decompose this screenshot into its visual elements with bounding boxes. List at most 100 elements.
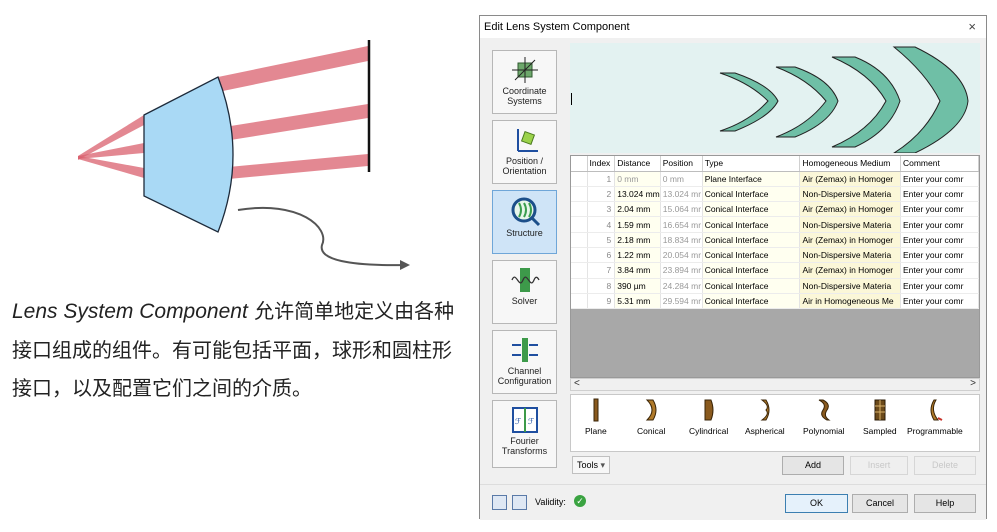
table-cell[interactable]: Non-Dispersive Materia xyxy=(799,278,901,294)
table-cell[interactable]: Air (Zemax) in Homoger xyxy=(799,171,901,187)
table-cell[interactable]: 390 µm xyxy=(614,278,661,294)
cancel-button[interactable]: Cancel xyxy=(852,494,908,513)
column-header[interactable]: Comment xyxy=(900,156,979,172)
table-cell[interactable]: 3 xyxy=(587,201,616,218)
table-cell[interactable]: 29.594 mr xyxy=(660,293,703,310)
row-header[interactable] xyxy=(571,278,588,294)
table-cell[interactable]: Non-Dispersive Materia xyxy=(799,247,901,264)
save-icon[interactable] xyxy=(492,495,507,510)
table-cell[interactable]: Enter your comr xyxy=(900,262,979,279)
table-cell[interactable]: 15.064 mr xyxy=(660,201,703,218)
row-header[interactable] xyxy=(571,247,588,264)
table-cell[interactable]: Air (Zemax) in Homoger xyxy=(799,232,901,248)
table-cell[interactable]: 1.22 mm xyxy=(614,247,661,264)
table-cell[interactable]: 5.31 mm xyxy=(614,293,661,310)
table-cell[interactable]: 0 mm xyxy=(614,171,661,187)
scroll-right-icon[interactable]: > xyxy=(970,378,976,389)
sidebar-solver[interactable]: Solver xyxy=(492,260,557,324)
palette-item-programmable[interactable]: Programmable xyxy=(907,398,963,436)
column-header[interactable]: Index xyxy=(587,156,616,172)
interface-table[interactable]: Index Distance Position Type Homogeneous… xyxy=(570,155,980,378)
table-cell[interactable]: 8 xyxy=(587,278,616,294)
table-cell[interactable]: Conical Interface xyxy=(702,186,801,203)
table-cell[interactable]: 0 mm xyxy=(660,171,703,187)
table-cell[interactable]: 1 xyxy=(587,171,616,187)
table-cell[interactable]: Enter your comr xyxy=(900,216,979,233)
palette-item-sampled[interactable]: Sampled xyxy=(863,398,897,436)
table-cell[interactable]: 2.18 mm xyxy=(614,232,661,248)
table-cell[interactable]: 2 xyxy=(587,186,616,203)
table-cell[interactable]: Conical Interface xyxy=(702,293,801,310)
ok-button[interactable]: OK xyxy=(785,494,848,513)
table-row[interactable]: 7 3.84 mm 23.894 mr Conical Interface Air (Z… xyxy=(571,262,979,279)
table-cell[interactable]: 4 xyxy=(587,216,616,233)
insert-button[interactable]: Insert xyxy=(850,456,908,475)
add-button[interactable]: Add xyxy=(782,456,844,475)
column-header[interactable]: Distance xyxy=(614,156,661,172)
table-cell[interactable]: Conical Interface xyxy=(702,216,801,233)
row-header[interactable] xyxy=(571,186,588,203)
palette-item-cylindrical[interactable]: Cylindrical xyxy=(689,398,728,436)
table-cell[interactable]: 5 xyxy=(587,232,616,248)
row-header[interactable] xyxy=(571,293,588,310)
table-cell[interactable]: 9 xyxy=(587,293,616,310)
table-cell[interactable]: Air in Homogeneous Me xyxy=(799,293,901,310)
scroll-left-icon[interactable]: < xyxy=(574,378,580,389)
row-header[interactable] xyxy=(571,171,588,187)
horizontal-scrollbar[interactable]: < > xyxy=(570,378,980,391)
row-header[interactable] xyxy=(571,262,588,279)
table-cell[interactable]: Air (Zemax) in Homoger xyxy=(799,201,901,218)
column-header[interactable]: Type xyxy=(702,156,801,172)
table-cell[interactable]: Enter your comr xyxy=(900,201,979,218)
column-header[interactable]: Position xyxy=(660,156,703,172)
help-button[interactable]: Help xyxy=(914,494,976,513)
row-header[interactable] xyxy=(571,201,588,218)
delete-button[interactable]: Delete xyxy=(914,456,976,475)
table-cell[interactable]: 24.284 mr xyxy=(660,278,703,294)
table-cell[interactable]: 20.054 mr xyxy=(660,247,703,264)
sidebar-position-orientation[interactable]: Position / Orientation xyxy=(492,120,557,184)
table-cell[interactable]: Conical Interface xyxy=(702,278,801,294)
close-button[interactable]: × xyxy=(968,19,976,34)
table-cell[interactable]: Conical Interface xyxy=(702,232,801,248)
table-cell[interactable]: Plane Interface xyxy=(702,171,801,187)
table-cell[interactable]: 13.024 mm xyxy=(614,186,661,203)
row-header[interactable] xyxy=(571,232,588,248)
palette-item-conical[interactable]: Conical xyxy=(637,398,665,436)
table-cell[interactable]: Enter your comr xyxy=(900,278,979,294)
table-cell[interactable]: 18.834 mr xyxy=(660,232,703,248)
row-header[interactable] xyxy=(571,216,588,233)
tools-dropdown[interactable]: Tools ▾ xyxy=(572,456,611,474)
table-cell[interactable]: 1.59 mm xyxy=(614,216,661,233)
table-cell[interactable]: Conical Interface xyxy=(702,247,801,264)
table-cell[interactable]: Air (Zemax) in Homoger xyxy=(799,262,901,279)
table-row[interactable]: 4 1.59 mm 16.654 mr Conical Interface Non-Di… xyxy=(571,216,979,233)
table-cell[interactable]: Non-Dispersive Materia xyxy=(799,186,901,203)
palette-item-plane[interactable]: Plane xyxy=(585,398,607,436)
table-cell[interactable]: Non-Dispersive Materia xyxy=(799,216,901,233)
table-cell[interactable]: 7 xyxy=(587,262,616,279)
table-cell[interactable]: 6 xyxy=(587,247,616,264)
table-row[interactable]: 3 2.04 mm 15.064 mr Conical Interface Air (Z… xyxy=(571,201,979,218)
table-cell[interactable]: Enter your comr xyxy=(900,247,979,264)
table-row[interactable]: 8 390 µm 24.284 mr Conical Interface Non-Dis… xyxy=(571,278,979,294)
table-row[interactable]: 5 2.18 mm 18.834 mr Conical Interface Air (Z… xyxy=(571,232,979,248)
sidebar-channel-configuration[interactable]: Channel Configuration xyxy=(492,330,557,394)
table-cell[interactable]: 13.024 mr xyxy=(660,186,703,203)
table-cell[interactable]: 3.84 mm xyxy=(614,262,661,279)
palette-item-aspherical[interactable]: Aspherical xyxy=(745,398,785,436)
sidebar-coordinate-systems[interactable]: Coordinate Systems xyxy=(492,50,557,114)
table-cell[interactable]: Conical Interface xyxy=(702,262,801,279)
table-row[interactable]: 2 13.024 mm 13.024 mr Conical Interface Non-… xyxy=(571,186,979,203)
table-cell[interactable]: Enter your comr xyxy=(900,186,979,203)
table-cell[interactable]: 2.04 mm xyxy=(614,201,661,218)
table-row[interactable]: 6 1.22 mm 20.054 mr Conical Interface Non-Di… xyxy=(571,247,979,264)
table-cell[interactable]: Enter your comr xyxy=(900,171,979,187)
table-cell[interactable]: Conical Interface xyxy=(702,201,801,218)
load-icon[interactable] xyxy=(512,495,527,510)
table-cell[interactable]: 16.654 mr xyxy=(660,216,703,233)
palette-item-polynomial[interactable]: Polynomial xyxy=(803,398,845,436)
sidebar-fourier-transforms[interactable]: ℱ ℱ Fourier Transforms xyxy=(492,400,557,468)
table-row[interactable]: 9 5.31 mm 29.594 mr Conical Interface Air in… xyxy=(571,293,979,310)
table-cell[interactable]: Enter your comr xyxy=(900,293,979,310)
